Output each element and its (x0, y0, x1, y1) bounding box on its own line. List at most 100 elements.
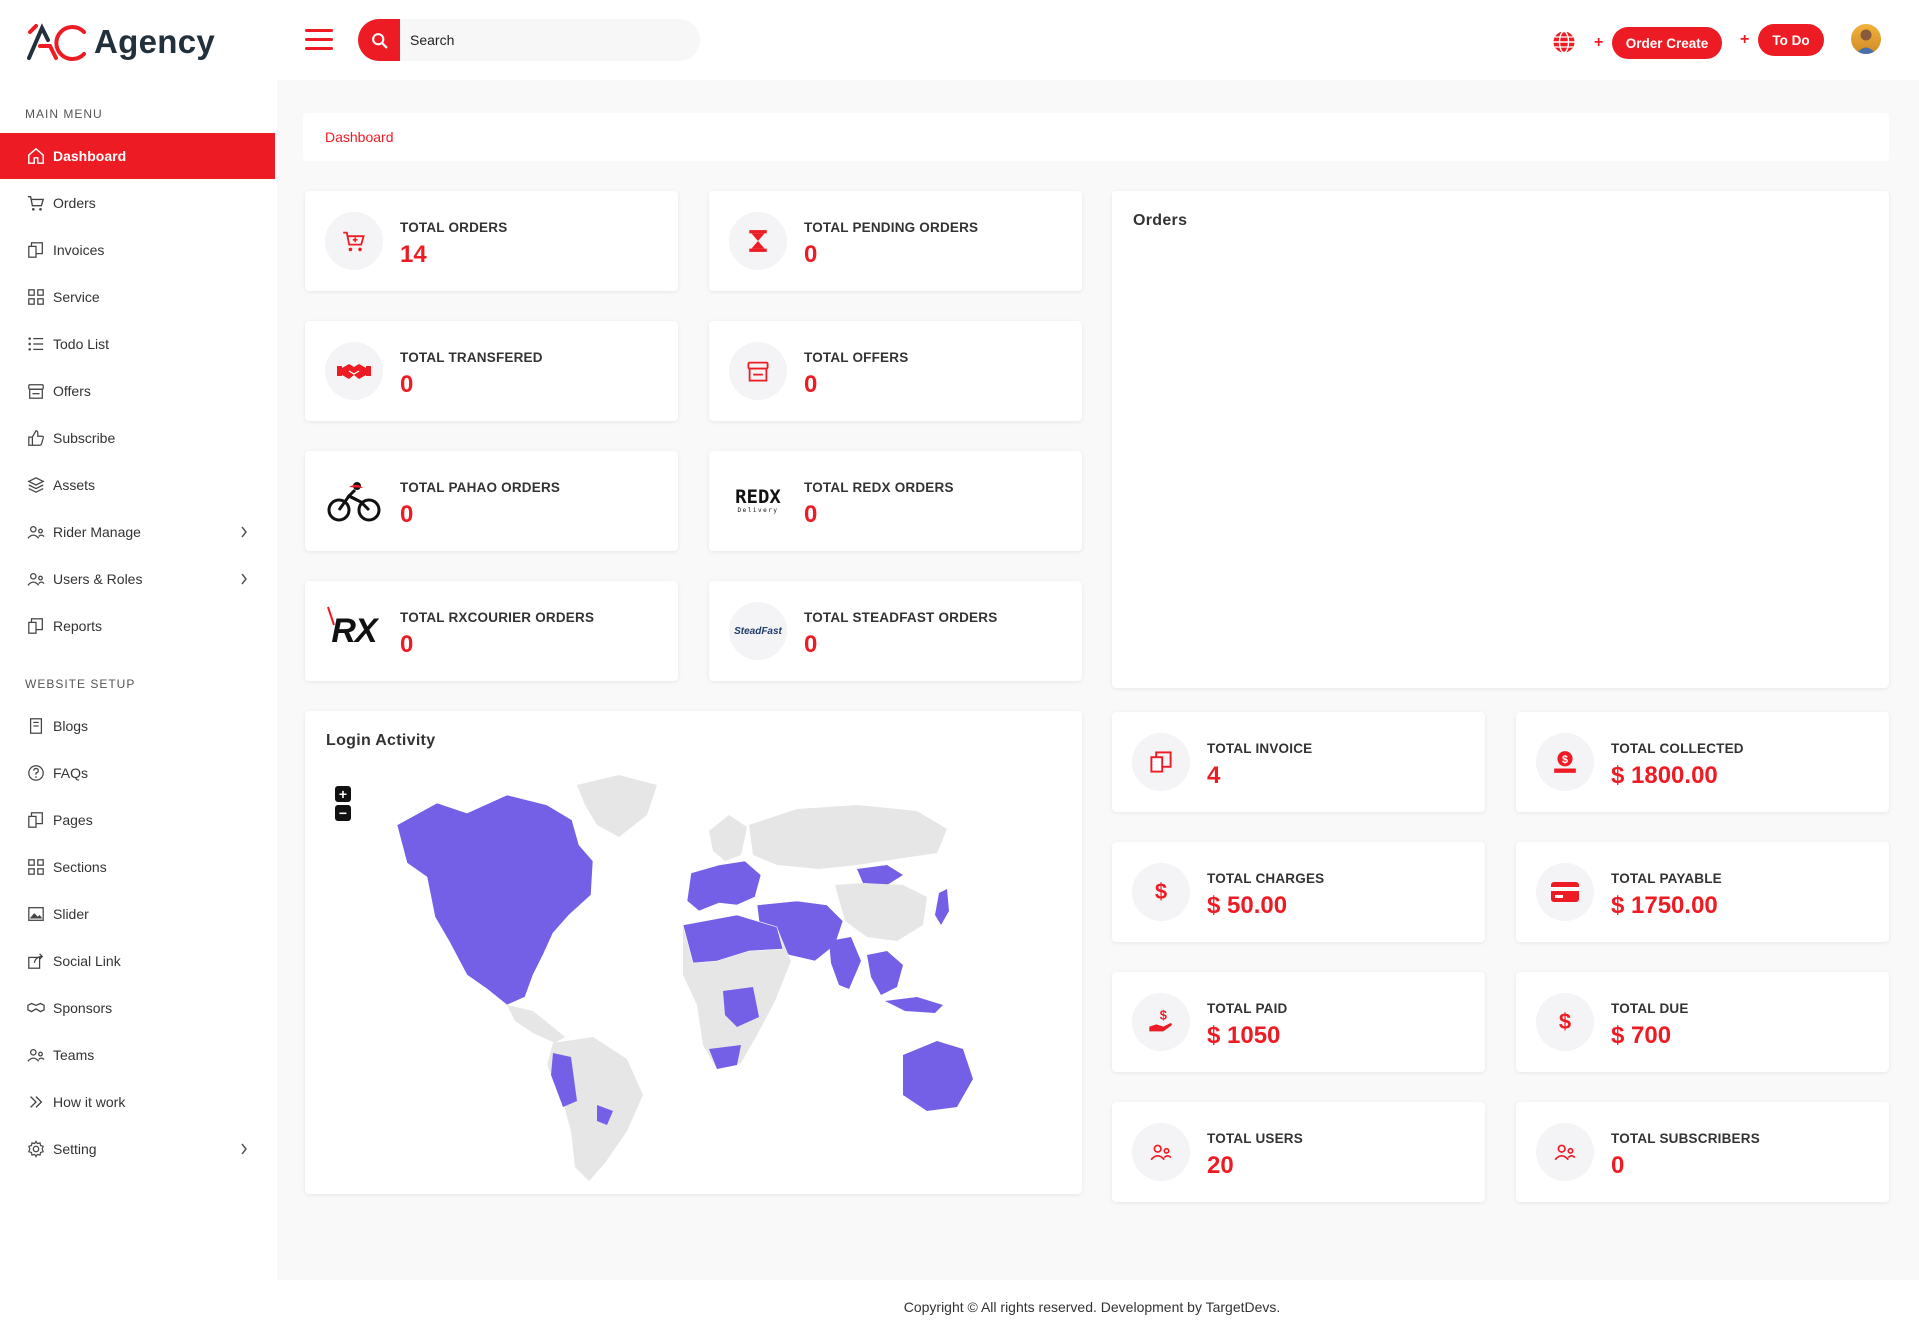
handshake-icon (27, 999, 45, 1017)
stat-label: TOTAL RXCOURIER ORDERS (400, 610, 595, 625)
sidebar-item-faqs[interactable]: FAQs (0, 750, 275, 796)
stat-card-total-charges[interactable]: $ TOTAL CHARGES $ 50.00 (1112, 842, 1485, 942)
sidebar-item-service[interactable]: Service (0, 274, 275, 320)
map-zoom-in-button[interactable]: + (335, 786, 351, 802)
search-input[interactable] (410, 19, 690, 61)
sidebar-item-label: Reports (53, 618, 103, 634)
stat-card-total-redx-orders[interactable]: REDX Delivery TOTAL REDX ORDERS 0 (709, 451, 1082, 551)
southeast-asia-region (867, 951, 903, 995)
sidebar-item-reports[interactable]: Reports (0, 603, 275, 649)
australia-region (903, 1041, 973, 1111)
chevron-right-icon (241, 573, 247, 585)
breadcrumb-current[interactable]: Dashboard (325, 129, 394, 145)
japan-region (935, 889, 949, 925)
menu-toggle-icon[interactable] (305, 29, 333, 51)
stat-value: 14 (400, 241, 427, 268)
users-icon (27, 1046, 45, 1064)
sidebar-item-label: Rider Manage (53, 524, 141, 540)
stat-label: TOTAL INVOICE (1207, 741, 1313, 756)
sidebar: MAIN MENU Dashboard Orders Invoices Serv… (0, 80, 275, 1280)
china-region (835, 883, 927, 941)
stat-value: 0 (400, 501, 414, 528)
sidebar-item-slider[interactable]: Slider (0, 891, 275, 937)
stat-card-total-transfered[interactable]: TOTAL TRANSFERED 0 (305, 321, 678, 421)
greenland-region (577, 775, 657, 837)
russia-region (749, 805, 947, 869)
sidebar-item-label: Teams (53, 1047, 95, 1063)
sidebar-item-sponsors[interactable]: Sponsors (0, 985, 275, 1031)
stat-card-total-subscribers[interactable]: TOTAL SUBSCRIBERS 0 (1516, 1102, 1889, 1202)
coin-hand-icon: $ (1536, 733, 1594, 791)
sidebar-item-label: Pages (53, 812, 93, 828)
sidebar-item-how-it-work[interactable]: How it work (0, 1079, 275, 1125)
sidebar-item-orders[interactable]: Orders (0, 180, 275, 226)
search-button[interactable] (358, 19, 400, 61)
sidebar-item-blogs[interactable]: Blogs (0, 703, 275, 749)
stat-label: TOTAL COLLECTED (1611, 741, 1744, 756)
users-icon (27, 523, 45, 541)
stat-value: $ 700 (1611, 1022, 1672, 1049)
sidebar-item-teams[interactable]: Teams (0, 1032, 275, 1078)
todo-plus-icon: + (1740, 31, 1750, 48)
sidebar-item-dashboard[interactable]: Dashboard (0, 133, 275, 179)
users-icon (27, 570, 45, 588)
stat-card-total-pending-orders[interactable]: TOTAL PENDING ORDERS 0 (709, 191, 1082, 291)
sidebar-item-setting[interactable]: Setting (0, 1126, 275, 1172)
footer-copyright: Copyright © All rights reserved. Develop… (903, 1299, 1281, 1315)
south-africa-highlight (709, 1045, 741, 1069)
stat-label: TOTAL STEADFAST ORDERS (804, 610, 998, 625)
sidebar-item-label: Sponsors (53, 1000, 113, 1016)
sidebar-item-todo-list[interactable]: Todo List (0, 321, 275, 367)
user-avatar[interactable] (1851, 24, 1881, 54)
stat-card-total-due[interactable]: $ TOTAL DUE $ 700 (1516, 972, 1889, 1072)
sidebar-item-social-link[interactable]: Social Link (0, 938, 275, 984)
stat-label: TOTAL DUE (1611, 1001, 1689, 1016)
stat-label: TOTAL CHARGES (1207, 871, 1325, 886)
sidebar-item-subscribe[interactable]: Subscribe (0, 415, 275, 461)
sidebar-item-users-roles[interactable]: Users & Roles (0, 556, 275, 602)
stat-card-total-paid[interactable]: $ TOTAL PAID $ 1050 (1112, 972, 1485, 1072)
sidebar-item-label: Blogs (53, 718, 89, 734)
todo-button[interactable]: To Do (1758, 24, 1824, 56)
stat-card-total-invoice[interactable]: TOTAL INVOICE 4 (1112, 712, 1485, 812)
stat-card-total-payable[interactable]: TOTAL PAYABLE $ 1750.00 (1516, 842, 1889, 942)
hand-dollar-icon: $ (1132, 993, 1190, 1051)
steadfast-logo: SteadFast (729, 602, 787, 660)
sidebar-item-label: Sections (53, 859, 107, 875)
stat-card-total-steadfast-orders[interactable]: SteadFast TOTAL STEADFAST ORDERS 0 (709, 581, 1082, 681)
cart-icon (325, 212, 383, 270)
language-globe-icon[interactable] (1552, 30, 1576, 54)
sidebar-item-label: Social Link (53, 953, 121, 969)
stat-label: TOTAL PAHAO ORDERS (400, 480, 561, 495)
brand-logo[interactable]: Agency (26, 18, 215, 66)
sidebar-item-rider-manage[interactable]: Rider Manage (0, 509, 275, 555)
svg-text:$: $ (1160, 1008, 1167, 1023)
sidebar-item-offers[interactable]: Offers (0, 368, 275, 414)
layers-icon (27, 476, 45, 494)
brand-name: Agency (94, 23, 216, 60)
stat-value: 0 (804, 241, 818, 268)
invoice-icon (1132, 733, 1190, 791)
sidebar-item-assets[interactable]: Assets (0, 462, 275, 508)
stat-card-total-offers[interactable]: TOTAL OFFERS 0 (709, 321, 1082, 421)
sidebar-item-pages[interactable]: Pages (0, 797, 275, 843)
stat-card-total-pahao-orders[interactable]: TOTAL PAHAO ORDERS 0 (305, 451, 678, 551)
main-menu-title: MAIN MENU (25, 107, 103, 121)
sidebar-item-invoices[interactable]: Invoices (0, 227, 275, 273)
share-icon (27, 952, 45, 970)
stat-card-total-rxcourier-orders[interactable]: RX TOTAL RXCOURIER ORDERS 0 (305, 581, 678, 681)
stat-card-total-collected[interactable]: $ TOTAL COLLECTED $ 1800.00 (1516, 712, 1889, 812)
image-icon (27, 905, 45, 923)
map-zoom-out-button[interactable]: − (335, 805, 351, 821)
breadcrumb: Dashboard (303, 113, 1889, 161)
order-create-button[interactable]: Order Create (1612, 27, 1722, 59)
login-activity-panel: Login Activity + − (305, 711, 1082, 1194)
redx-logo: REDX Delivery (735, 486, 781, 515)
search-bar (358, 19, 700, 61)
sidebar-item-label: Invoices (53, 242, 105, 258)
stat-card-total-orders[interactable]: TOTAL ORDERS 14 (305, 191, 678, 291)
world-map[interactable] (357, 765, 977, 1185)
stat-value: 0 (400, 371, 414, 398)
stat-card-total-users[interactable]: TOTAL USERS 20 (1112, 1102, 1485, 1202)
sidebar-item-sections[interactable]: Sections (0, 844, 275, 890)
